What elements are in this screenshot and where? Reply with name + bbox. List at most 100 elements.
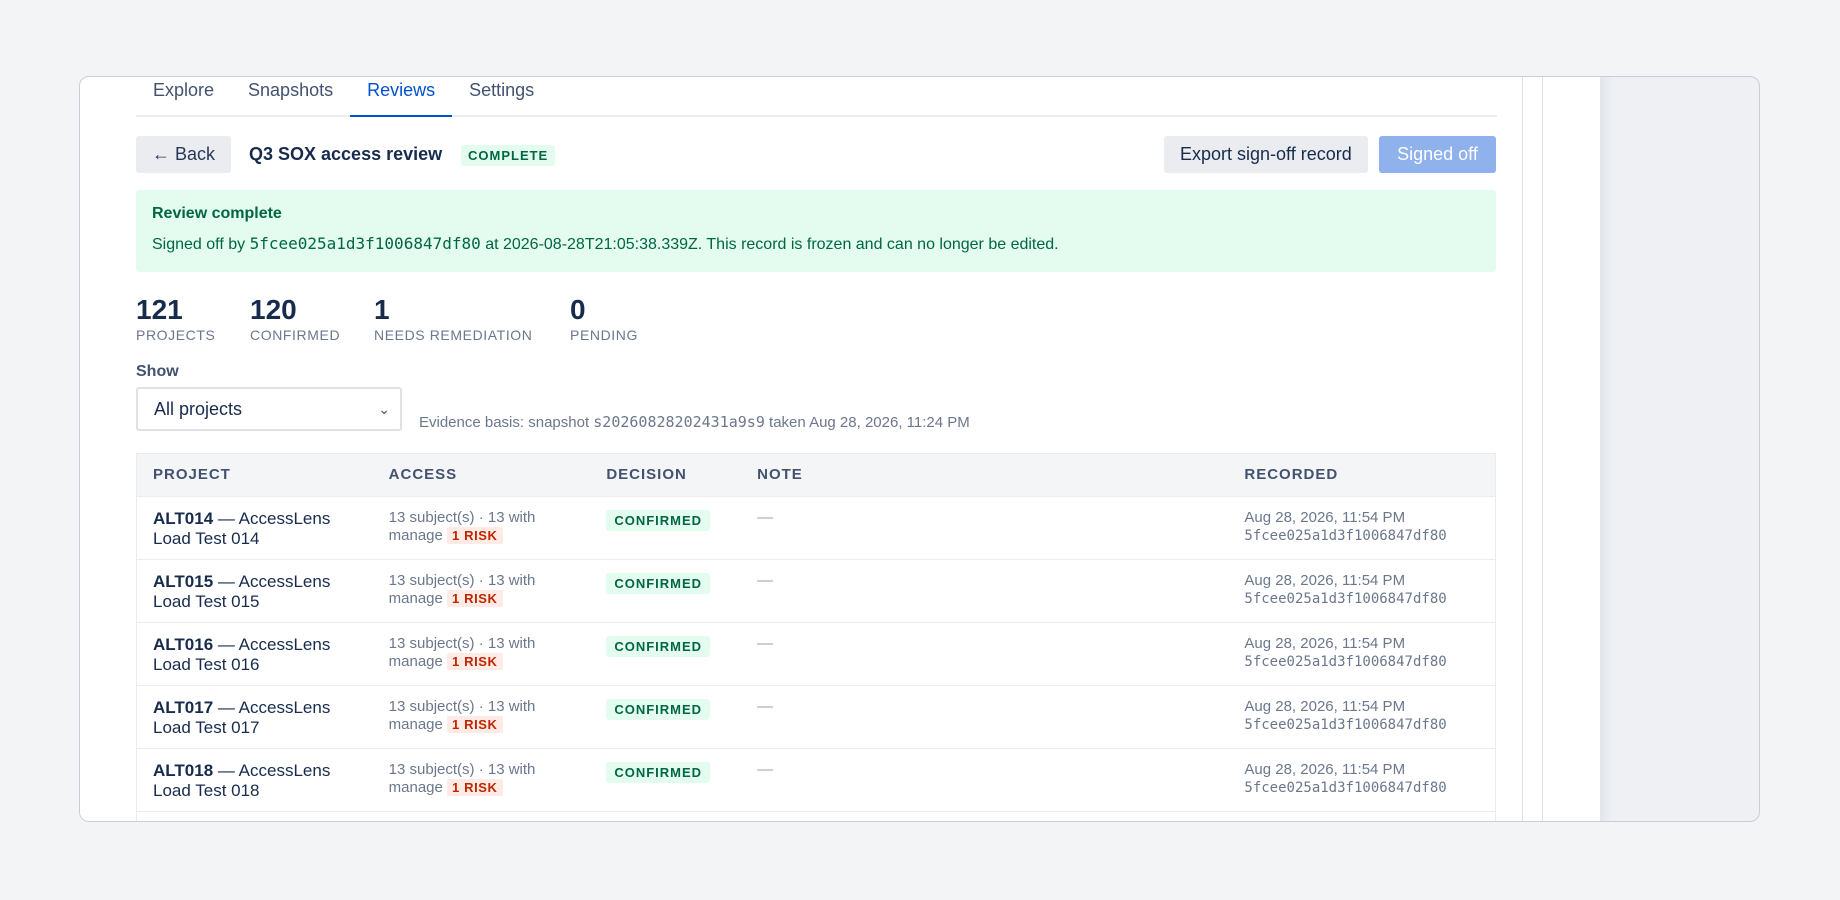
page-title: Q3 SOX access review: [249, 144, 443, 164]
recorded-by: 5fcee025a1d3f1006847df80: [1244, 654, 1447, 670]
project-cell: ALT015 — AccessLens Load Test 015: [137, 560, 373, 622]
column-header-access[interactable]: ACCESS: [373, 454, 591, 496]
table-row-partial[interactable]: [137, 812, 1495, 821]
column-header-recorded[interactable]: RECORDED: [1228, 454, 1495, 496]
table-row[interactable]: ALT017 — AccessLens Load Test 017 13 sub…: [137, 686, 1495, 749]
panel-divider: [1522, 77, 1523, 821]
stat-value: 0: [570, 294, 586, 325]
side-gutter: [1600, 77, 1612, 821]
column-header-project[interactable]: PROJECT: [137, 454, 373, 496]
table-row[interactable]: ALT016 — AccessLens Load Test 016 13 sub…: [137, 623, 1495, 686]
recorded-cell: Aug 28, 2026, 11:54 PM 5fcee025a1d3f1006…: [1228, 623, 1495, 685]
project-name-line1: — AccessLens: [213, 509, 331, 528]
recorded-cell: Aug 28, 2026, 11:54 PM 5fcee025a1d3f1006…: [1228, 497, 1495, 559]
recorded-by: 5fcee025a1d3f1006847df80: [1244, 780, 1447, 796]
chevron-down-icon: ⌄: [378, 401, 390, 417]
project-name: ALT015 — AccessLens: [153, 572, 373, 592]
access-detail: manage 1 RISK: [389, 590, 591, 608]
access-manage: manage: [388, 716, 443, 733]
decision-cell: CONFIRMED: [590, 497, 741, 559]
decision-cell: CONFIRMED: [590, 560, 741, 622]
project-name: ALT018 — AccessLens: [153, 761, 373, 781]
access-detail: manage 1 RISK: [389, 527, 591, 545]
project-name-line1: — AccessLens: [213, 635, 331, 654]
project-name-line2: Load Test 015: [153, 592, 260, 611]
project-key: ALT014: [153, 509, 214, 528]
banner-signer-id: 5fcee025a1d3f1006847df80: [249, 234, 481, 253]
project-cell: ALT014 — AccessLens Load Test 014: [137, 497, 373, 559]
access-summary: 13 subject(s) · 13 with: [388, 572, 536, 589]
review-complete-banner: Review complete Signed off by 5fcee025a1…: [136, 190, 1496, 272]
table-row[interactable]: ALT018 — AccessLens Load Test 018 13 sub…: [137, 749, 1495, 812]
tab-explore[interactable]: Explore: [136, 77, 231, 115]
recorded-cell: Aug 28, 2026, 11:54 PM 5fcee025a1d3f1006…: [1228, 749, 1495, 811]
review-table: PROJECT ACCESS DECISION NOTE RECORDED AL…: [136, 453, 1496, 821]
access-cell: 13 subject(s) · 13 with manage 1 RISK: [373, 497, 591, 559]
project-name-line2: Load Test 018: [153, 781, 260, 800]
access-manage: manage: [388, 779, 443, 796]
project-key: ALT016: [153, 635, 214, 654]
column-header-decision[interactable]: DECISION: [590, 454, 741, 496]
access-summary: 13 subject(s) · 13 with: [388, 635, 536, 652]
risk-badge: 1 RISK: [447, 527, 503, 544]
access-cell: 13 subject(s) · 13 with manage 1 RISK: [373, 560, 591, 622]
note-cell: —: [741, 623, 1228, 685]
project-name-line1: — AccessLens: [213, 698, 331, 717]
note-cell: —: [741, 749, 1228, 811]
project-cell: ALT018 — AccessLens Load Test 018: [137, 749, 373, 811]
decision-badge: CONFIRMED: [606, 699, 711, 720]
evidence-prefix: Evidence basis: snapshot: [419, 414, 594, 431]
recorded-date: Aug 28, 2026, 11:54 PM: [1244, 509, 1406, 526]
decision-badge: CONFIRMED: [606, 762, 711, 783]
table-header: PROJECT ACCESS DECISION NOTE RECORDED: [137, 454, 1495, 497]
risk-badge: 1 RISK: [447, 653, 503, 670]
evidence-suffix: taken Aug 28, 2026, 11:24 PM: [764, 414, 970, 431]
note-cell: —: [741, 560, 1228, 622]
project-name-line2: Load Test 014: [153, 529, 260, 548]
banner-message: Signed off by 5fcee025a1d3f1006847df80 a…: [152, 234, 1480, 254]
project-key: ALT015: [153, 572, 214, 591]
stat-confirmed: 120 CONFIRMED: [250, 295, 341, 344]
recorded-date: Aug 28, 2026, 11:54 PM: [1244, 698, 1406, 715]
panel-divider: [1542, 77, 1543, 821]
stat-value: 1: [374, 294, 390, 325]
banner-prefix: Signed off by: [152, 236, 250, 253]
decision-cell: CONFIRMED: [590, 623, 741, 685]
project-key: ALT017: [153, 698, 214, 717]
recorded-by: 5fcee025a1d3f1006847df80: [1244, 528, 1447, 544]
column-header-note[interactable]: NOTE: [741, 454, 1228, 496]
stat-label: CONFIRMED: [250, 327, 341, 343]
note-cell: —: [741, 497, 1228, 559]
status-badge: COMPLETE: [461, 145, 556, 166]
tab-snapshots[interactable]: Snapshots: [231, 77, 350, 115]
access-detail: manage 1 RISK: [389, 653, 591, 671]
back-button[interactable]: ← Back: [136, 136, 232, 173]
access-summary: 13 subject(s) · 13 with: [388, 698, 536, 715]
signed-off-button[interactable]: Signed off: [1379, 136, 1496, 173]
access-cell: 13 subject(s) · 13 with manage 1 RISK: [373, 749, 591, 811]
table-row[interactable]: ALT014 — AccessLens Load Test 014 13 sub…: [137, 497, 1495, 560]
risk-badge: 1 RISK: [447, 779, 503, 796]
access-summary: 13 subject(s) · 13 with: [388, 509, 536, 526]
stat-projects: 121 PROJECTS: [136, 295, 215, 344]
stat-needs-remediation: 1 NEEDS REMEDIATION: [374, 294, 533, 344]
project-name-line1: — AccessLens: [213, 572, 331, 591]
project-name: ALT017 — AccessLens: [153, 698, 373, 718]
table-row[interactable]: ALT015 — AccessLens Load Test 015 13 sub…: [137, 560, 1495, 623]
note-text: —: [757, 698, 774, 715]
review-panel: Explore Snapshots Reviews Settings ← Bac…: [80, 77, 1600, 821]
evidence-basis: Evidence basis: snapshot s20260828202431…: [419, 413, 970, 431]
show-filter-select[interactable]: All projects ⌄: [136, 387, 402, 431]
banner-timestamp-text: at 2026-08-28T21:05:38.339Z. This record…: [480, 236, 1059, 253]
access-detail: manage 1 RISK: [389, 716, 591, 734]
project-name: ALT016 — AccessLens: [153, 635, 373, 655]
select-value: All projects: [154, 399, 243, 419]
project-name-line2: Load Test 017: [153, 718, 260, 737]
export-sign-off-button[interactable]: Export sign-off record: [1164, 136, 1368, 173]
risk-badge: 1 RISK: [447, 716, 503, 733]
tab-reviews[interactable]: Reviews: [350, 77, 453, 117]
note-text: —: [757, 509, 774, 526]
stat-label: NEEDS REMEDIATION: [374, 327, 533, 343]
project-name-line1: — AccessLens: [213, 761, 331, 780]
tab-settings[interactable]: Settings: [452, 77, 551, 115]
